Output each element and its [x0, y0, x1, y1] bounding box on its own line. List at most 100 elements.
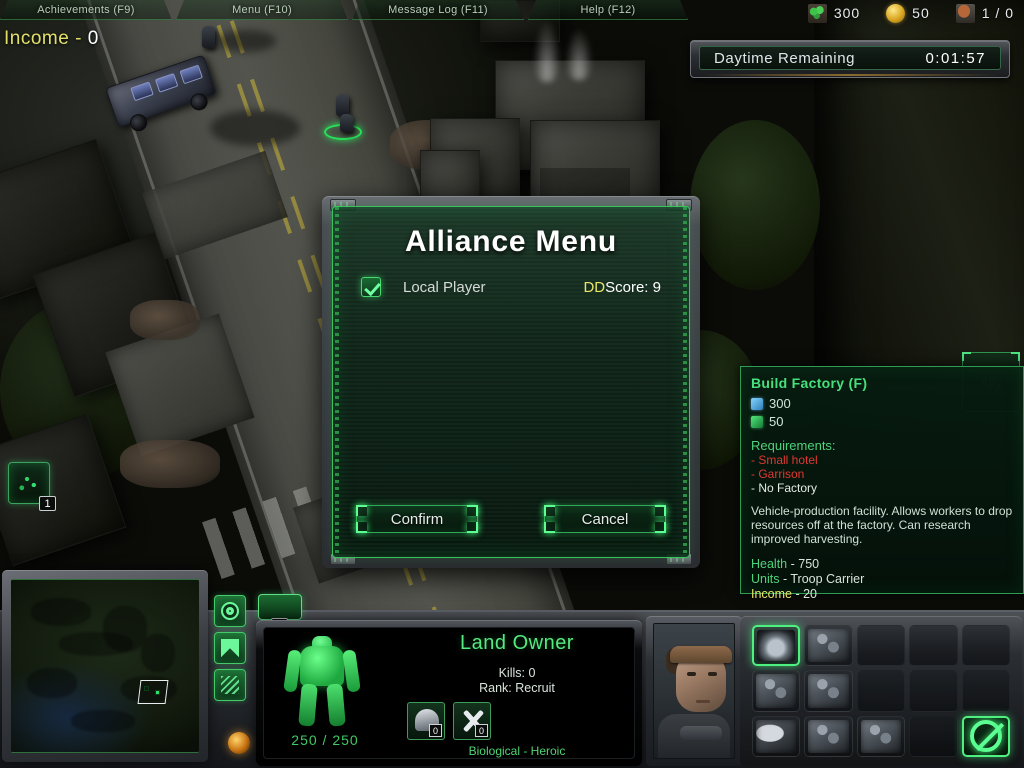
player-alliance-checkbox[interactable]	[361, 277, 381, 297]
cancel-button-label: Cancel	[581, 510, 629, 528]
command-slot-empty	[961, 670, 1010, 712]
radar-toggle-icon[interactable]	[214, 595, 246, 627]
stat-units-key: Units	[751, 572, 780, 586]
tab-message-log[interactable]: Message Log (F11)	[352, 0, 524, 20]
cancel-button[interactable]: Cancel	[544, 505, 666, 533]
armor-icon[interactable]: 0	[407, 702, 445, 740]
unit-upgrade-badges: 0 0	[256, 702, 642, 740]
mineral-icon	[751, 397, 763, 410]
unit-portrait-frame	[646, 616, 742, 766]
gold-value: 50	[912, 5, 930, 21]
alliance-toggle-icon[interactable]	[214, 669, 246, 701]
smoke-plume	[566, 30, 592, 80]
income-value: 0	[87, 28, 99, 49]
control-group-button[interactable]: 1	[258, 594, 302, 633]
cancel-icon[interactable]	[961, 715, 1010, 757]
command-button-build-factory[interactable]	[752, 670, 801, 712]
mineral-patch-count: 1	[39, 496, 56, 511]
infantry-unit[interactable]	[340, 114, 353, 132]
unit-shadow	[210, 110, 300, 146]
wrench-icon[interactable]: 0	[453, 702, 491, 740]
requirements-header: Requirements:	[751, 438, 836, 453]
minimap-unit-blip	[144, 686, 149, 691]
requirement-item: - Small hotel	[751, 453, 818, 467]
tooltip-description: Vehicle-production facility. Allows work…	[751, 504, 1013, 546]
command-button-build-command-center[interactable]	[752, 625, 801, 667]
stat-units: Units - Troop Carrier	[751, 572, 1013, 587]
gas-icon	[751, 415, 763, 428]
requirement-item: - Garrison	[751, 467, 805, 481]
unit-shadow	[216, 30, 276, 52]
terrain-toggle-icon[interactable]	[214, 632, 246, 664]
income-label: Income -	[4, 28, 82, 49]
stat-income-value: - 20	[792, 587, 818, 601]
food-value: 1 / 0	[981, 5, 1014, 21]
command-slot-empty	[856, 670, 906, 712]
player-score: DDScore: 9	[583, 279, 661, 296]
stat-income: Income - 20	[751, 587, 1013, 602]
player-name: Local Player	[403, 278, 486, 296]
infantry-unit[interactable]	[202, 26, 215, 48]
status-lamp-icon	[228, 732, 250, 754]
mineral-patch-icon[interactable]: 1	[8, 462, 56, 511]
unit-type-label: Biological - Heroic	[468, 744, 566, 758]
minimap-frame	[2, 570, 208, 762]
daytime-timer-panel: Daytime Remaining 0:01:57	[690, 40, 1010, 78]
stat-health-key: Health	[751, 557, 788, 571]
alliance-menu-dialog: Alliance Menu Local Player DDScore: 9 Co…	[322, 196, 700, 568]
tab-menu[interactable]: Menu (F10)	[176, 0, 348, 20]
unit-rank: Rank: Recruit	[479, 681, 555, 695]
weapon-level: 0	[475, 724, 488, 737]
minimap-viewport-rect[interactable]	[137, 680, 169, 704]
command-button-build-sensor-dish[interactable]	[752, 715, 801, 757]
score-value: Score: 9	[605, 278, 661, 296]
tab-achievements[interactable]: Achievements (F9)	[0, 0, 172, 20]
command-slot-empty	[909, 670, 958, 712]
unit-stats: Kills: 0 Rank: Recruit	[406, 666, 628, 696]
command-slot-empty	[909, 715, 958, 757]
stat-units-value: - Troop Carrier	[779, 572, 865, 586]
tab-help[interactable]: Help (F12)	[528, 0, 688, 20]
unit-portrait[interactable]	[653, 623, 735, 759]
armor-level: 0	[429, 724, 442, 737]
minimap[interactable]	[11, 579, 199, 753]
smoke-plume	[534, 22, 560, 82]
stat-health-value: - 750	[787, 557, 820, 571]
timer-value: 0:01:57	[925, 49, 986, 67]
wood-icon	[807, 3, 827, 23]
command-slot-empty	[856, 625, 906, 667]
tooltip-stats: Health - 750 Units - Troop Carrier Incom…	[751, 557, 1013, 602]
stat-health: Health - 750	[751, 557, 1013, 572]
unit-info-panel: 250 / 250 Land Owner Kills: 0 Rank: Recr…	[256, 620, 642, 766]
food-icon	[955, 3, 975, 23]
mineral-cost-value: 300	[769, 396, 791, 411]
unit-name: Land Owner	[460, 632, 574, 654]
player-row: Local Player DDScore: 9	[333, 277, 689, 297]
requirement-item: - No Factory	[751, 481, 818, 495]
score-prefix: DD	[583, 278, 606, 296]
rubble	[120, 440, 220, 488]
confirm-button-label: Confirm	[390, 510, 444, 528]
wood-value: 300	[833, 5, 861, 21]
infantry-unit[interactable]	[336, 94, 349, 116]
resource-wood: 300	[807, 3, 861, 23]
minimap-unit-blip	[155, 690, 160, 695]
top-menu-bar: Achievements (F9) Menu (F10) Message Log…	[0, 0, 690, 20]
resource-food: 1 / 0	[955, 3, 1014, 23]
command-slot-empty	[909, 625, 958, 667]
command-slot-empty	[961, 625, 1010, 667]
command-button-build-refinery[interactable]	[856, 715, 906, 757]
command-button-build-bunker[interactable]	[804, 715, 853, 757]
gold-coin-icon	[886, 3, 906, 23]
gas-cost-value: 50	[769, 414, 784, 429]
timer-progress	[701, 74, 999, 76]
tooltip-title: Build Factory (F)	[751, 375, 868, 391]
command-button-build-starport[interactable]	[804, 670, 853, 712]
confirm-button[interactable]: Confirm	[356, 505, 478, 533]
rubble	[130, 300, 200, 340]
command-grid	[752, 625, 1010, 757]
foliage	[690, 120, 820, 290]
stat-income-key: Income	[751, 587, 792, 601]
command-button-build-barracks[interactable]	[804, 625, 853, 667]
command-card	[740, 616, 1022, 766]
